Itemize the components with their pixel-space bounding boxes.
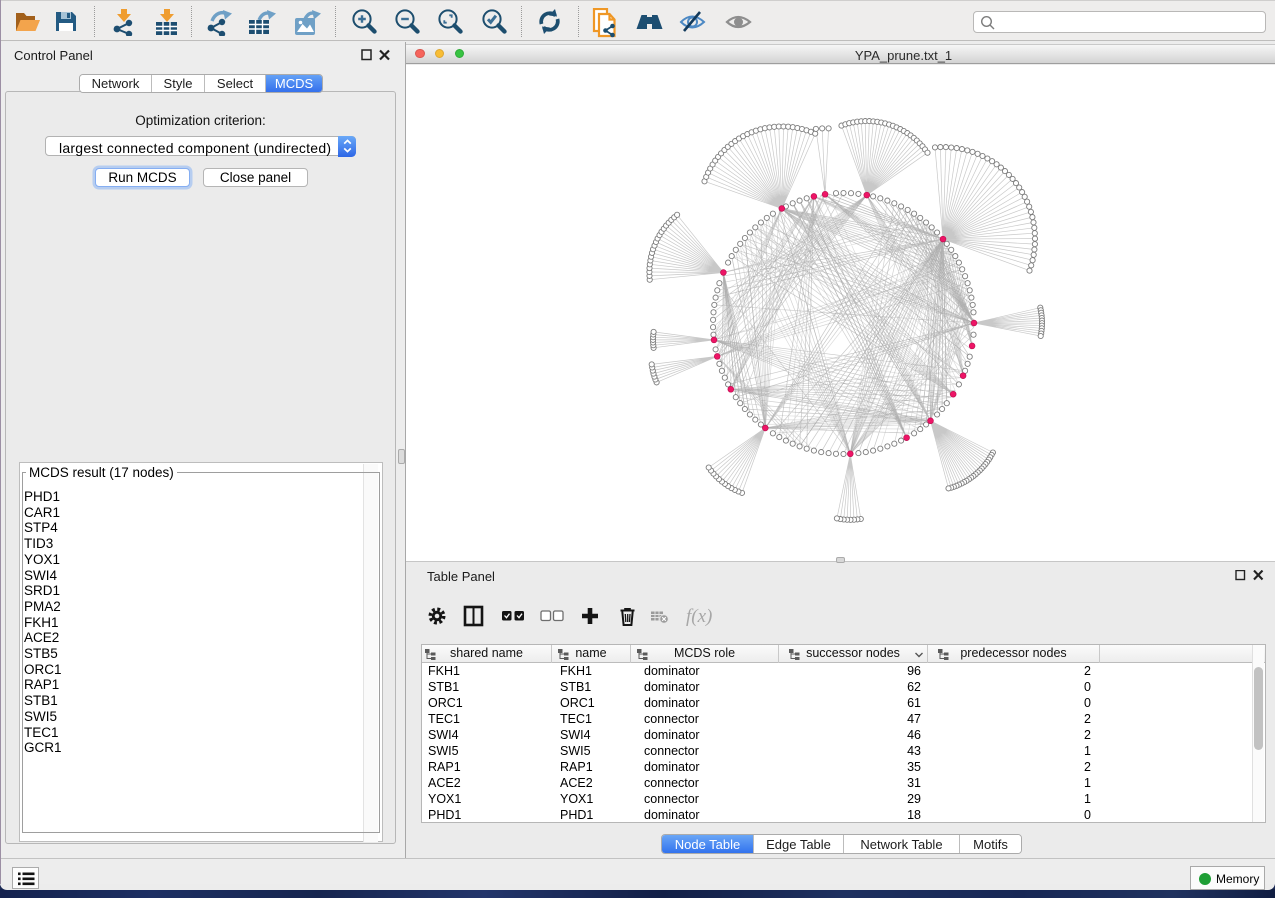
svg-text:f(x): f(x) bbox=[686, 606, 712, 627]
